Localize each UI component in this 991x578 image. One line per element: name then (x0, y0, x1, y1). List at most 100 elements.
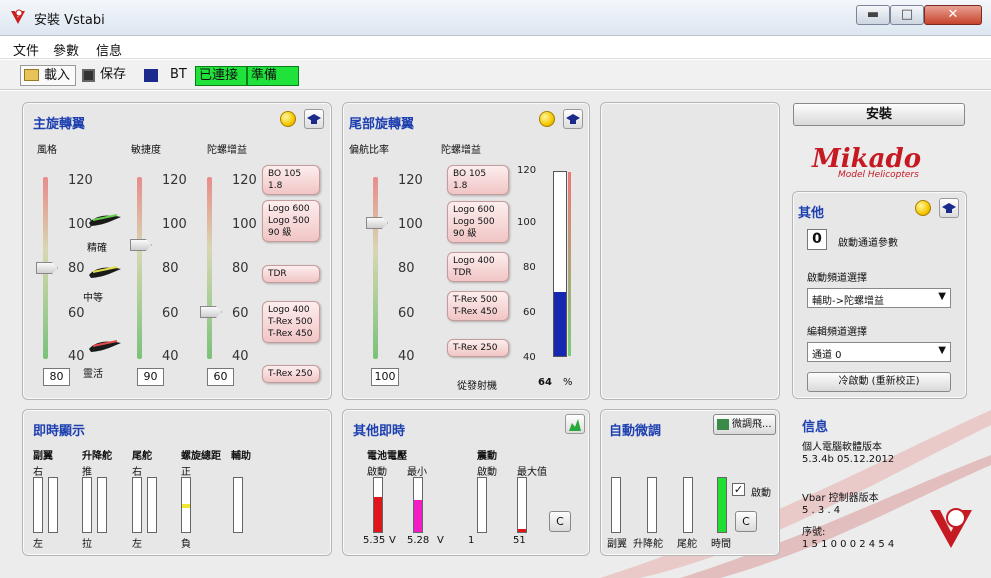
serial-value: 1 5 1 0 0 0 2 4 5 4 (802, 539, 895, 550)
enable-checkbox[interactable]: ✓ (732, 483, 745, 496)
menu-file[interactable]: 文件 (13, 40, 39, 59)
elevator-top-label: 推 (82, 467, 92, 478)
channel-param-label: 啟動通道參數 (838, 238, 898, 249)
yaw-ratio-slider-thumb[interactable] (366, 217, 388, 229)
gyro-preset-bubble: Logo 400 T-Rex 500 T-Rex 450 (262, 301, 320, 343)
elevator-bottom-label: 拉 (82, 539, 92, 550)
vibration-max-value: 51 (513, 535, 526, 546)
clear-vibration-button[interactable]: C (549, 511, 571, 532)
aileron-bar (33, 477, 43, 533)
chart-icon-button[interactable] (565, 414, 585, 434)
close-button[interactable]: ✕ (924, 5, 982, 25)
install-button[interactable]: 安裝 (793, 103, 965, 126)
connected-status: 已連接 (195, 66, 247, 86)
vstabi-app-icon (9, 8, 27, 26)
tail-rotor-title: 尾部旋轉翼 (349, 117, 415, 132)
battery-voltage-label: 電池電壓 (367, 451, 407, 462)
gyro-slider-track[interactable] (207, 177, 212, 359)
style-slider-thumb[interactable] (36, 262, 58, 274)
tick-label: 40 (162, 349, 179, 364)
startup-select-label: 啟動頻道選擇 (807, 273, 867, 284)
graduation-cap-button[interactable] (939, 198, 959, 218)
gyro-preset-bubble: Logo 600 Logo 500 90 級 (262, 200, 320, 242)
mikado-logo-sub: Model Helicopters (838, 170, 919, 180)
gyro-preset-bubble: TDR (262, 265, 320, 283)
agility-value-input[interactable]: 90 (137, 368, 164, 386)
tick-label: 120 (162, 173, 187, 188)
edit-select-label: 編輯頻道選擇 (807, 327, 867, 338)
voltage-startup-bar (373, 477, 383, 533)
style-value-input[interactable]: 80 (43, 368, 70, 386)
gyro-value-input[interactable]: 60 (207, 368, 234, 386)
main-rotor-panel: 主旋轉翼 風格 敏捷度 陀螺增益 120 100 80 60 40 精確 中等 … (22, 102, 332, 400)
tick-label: 120 (398, 173, 423, 188)
cold-start-button[interactable]: 冷啟動 (重新校正) (807, 372, 951, 392)
mode-agile: 靈活 (83, 369, 103, 380)
channel-value-box[interactable]: 0 (807, 229, 827, 250)
vibration-max-bar (517, 477, 527, 533)
gauge-tick: 120 (517, 165, 537, 176)
toolbar: 載入 保存 BT 已連接 準備 (0, 60, 991, 90)
yaw-ratio-value-input[interactable]: 100 (371, 368, 399, 386)
trim-time-bar (717, 477, 727, 533)
clear-trim-button[interactable]: C (735, 511, 757, 532)
load-button[interactable]: 載入 (20, 65, 76, 86)
agility-slider-track[interactable] (137, 177, 142, 359)
dropdown-arrow-icon: ▼ (938, 291, 946, 302)
gyro-slider-thumb[interactable] (200, 306, 222, 318)
auto-trim-title: 自動微調 (609, 424, 662, 439)
maximize-button[interactable]: □ (890, 5, 924, 25)
window-title: 安裝 Vstabi (34, 13, 105, 28)
menu-info[interactable]: 信息 (96, 40, 122, 59)
trim-flight-button[interactable]: 微調飛... (713, 414, 776, 435)
gyro-gain-label: 陀螺增益 (207, 145, 247, 156)
transmitter-value: 64 (538, 377, 552, 388)
aileron-bar (48, 477, 58, 533)
tail-gyro-label: 陀螺增益 (441, 145, 481, 156)
other-realtime-panel: 其他即時 電池電壓 啟動 最小 5.35 V 5.28 V 震動 啟動 最大值 … (342, 409, 590, 556)
startup-channel-select[interactable]: 輔助->陀螺增益 ▼ (807, 288, 951, 308)
agility-slider-thumb[interactable] (130, 239, 152, 251)
voltage-unit: V (437, 535, 444, 546)
yaw-ratio-slider-track[interactable] (373, 177, 378, 359)
auto-trim-panel: 自動微調 微調飛... 副翼 升降舵 尾舵 時間 ✓ 啟動 C (600, 409, 780, 556)
pitch-top-label: 正 (181, 467, 191, 478)
yaw-ratio-label: 偏航比率 (349, 145, 389, 156)
tick-label: 60 (162, 306, 179, 321)
bluetooth-button[interactable]: BT (144, 65, 192, 86)
tick-label: 40 (232, 349, 249, 364)
smiley-icon (539, 111, 555, 127)
graduation-cap-button[interactable] (563, 109, 583, 129)
rudder-top-label: 右 (132, 467, 142, 478)
tick-label: 100 (232, 217, 257, 232)
vibration-startup-label: 啟動 (477, 467, 497, 478)
save-button[interactable]: 保存 (82, 65, 134, 86)
trim-time-label: 時間 (711, 539, 731, 550)
aileron-top-label: 右 (33, 467, 43, 478)
enable-label: 啟動 (751, 488, 771, 499)
rudder-bottom-label: 左 (132, 539, 142, 550)
trim-rudder-bar (683, 477, 693, 533)
aileron-bottom-label: 左 (33, 539, 43, 550)
tail-gyro-gauge (553, 171, 571, 357)
tick-label: 80 (68, 261, 85, 276)
trim-elevator-label: 升降舵 (633, 539, 663, 550)
tick-label: 60 (398, 306, 415, 321)
trim-elevator-bar (647, 477, 657, 533)
trim-aileron-bar (611, 477, 621, 533)
tick-label: 60 (68, 306, 85, 321)
trim-rudder-label: 尾舵 (677, 539, 697, 550)
menu-parameters[interactable]: 參數 (53, 40, 79, 59)
device-icon (144, 69, 158, 82)
tick-label: 80 (398, 261, 415, 276)
elevator-label: 升降舵 (82, 451, 112, 462)
minimize-button[interactable]: ▬ (856, 5, 890, 25)
edit-channel-select[interactable]: 通道 0 ▼ (807, 342, 951, 362)
graduation-cap-button[interactable] (304, 109, 324, 129)
tick-label: 100 (398, 217, 423, 232)
ready-status: 準備 (247, 66, 299, 86)
pitch-bar (181, 477, 191, 533)
trim-flight-icon (717, 419, 729, 430)
tick-label: 40 (398, 349, 415, 364)
mode-precise: 精確 (87, 243, 107, 254)
